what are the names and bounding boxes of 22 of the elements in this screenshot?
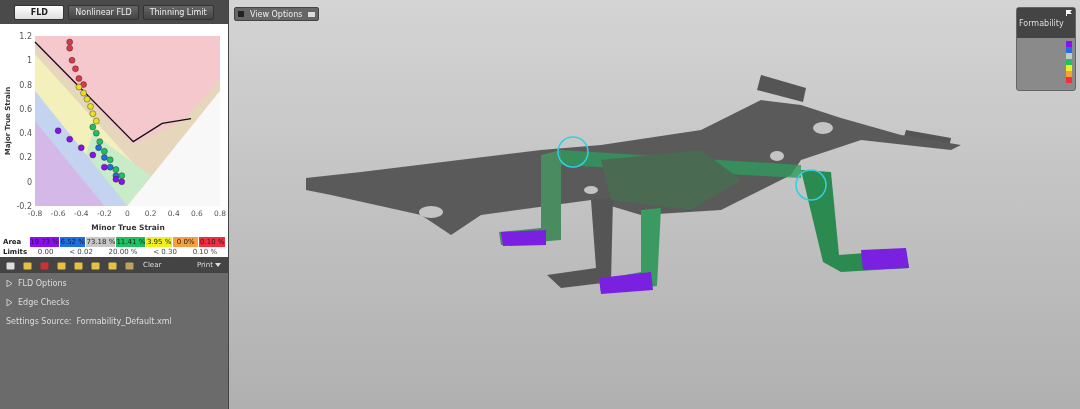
settings-source-label: Settings Source: bbox=[6, 317, 72, 326]
chart-tab[interactable]: FLD bbox=[14, 4, 65, 20]
y-tick-label: 0.6 bbox=[19, 104, 32, 114]
option-section[interactable]: FLD Options bbox=[18, 279, 67, 288]
y-tick-label: 0.4 bbox=[19, 129, 32, 139]
expand-arrow-icon[interactable] bbox=[6, 280, 13, 287]
y-tick-label: 0 bbox=[26, 177, 32, 187]
settings-source-file: Formability_Default.xml bbox=[76, 317, 172, 326]
chart-tab[interactable]: Thinning Limit bbox=[142, 4, 214, 20]
view-options-button[interactable]: View Options bbox=[234, 7, 320, 21]
y-tick-label: 1.2 bbox=[19, 32, 32, 41]
chart-tab[interactable]: Nonlinear FLD bbox=[68, 4, 139, 20]
y-tick-label: -0.2 bbox=[16, 202, 32, 211]
y-tick-label: 0.2 bbox=[19, 153, 32, 163]
square-icon bbox=[238, 11, 244, 17]
flag-icon[interactable] bbox=[1066, 10, 1073, 16]
y-tick-label: 1 bbox=[26, 56, 32, 66]
caret-icon bbox=[215, 263, 221, 267]
y-tick-label: 0.8 bbox=[19, 80, 32, 90]
formability-title: Formability bbox=[1019, 19, 1064, 28]
option-section[interactable]: Edge Checks bbox=[18, 298, 70, 307]
expand-arrow-icon[interactable] bbox=[6, 299, 13, 306]
